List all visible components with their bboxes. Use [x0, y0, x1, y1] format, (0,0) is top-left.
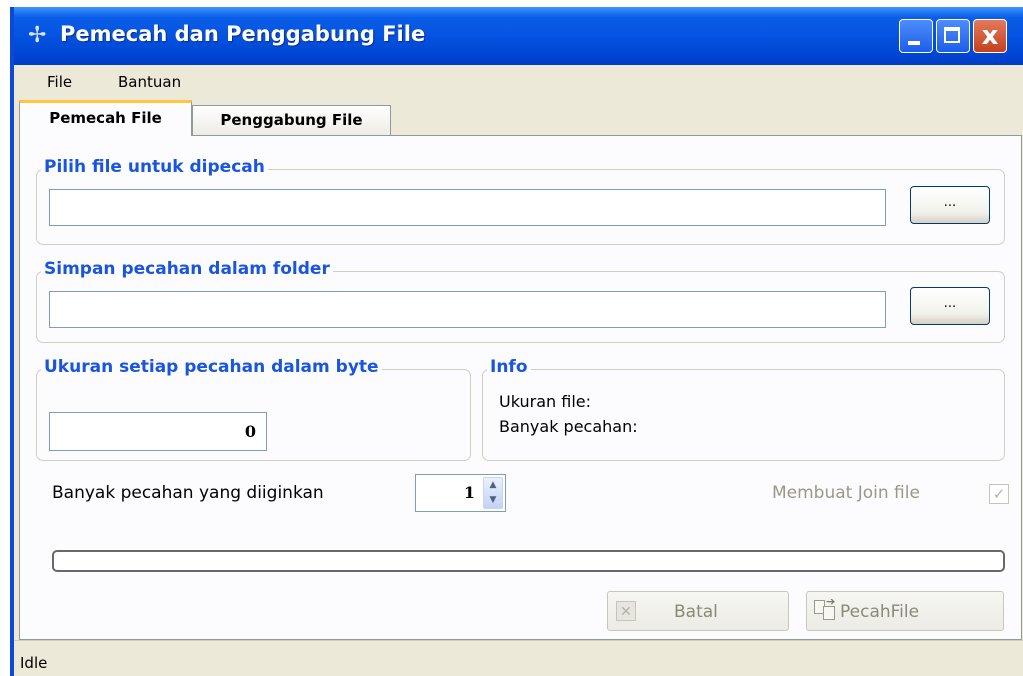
piece-size-group: Ukuran setiap pecahan dalam byte 0 [36, 357, 471, 461]
spin-up-icon[interactable]: ▲ [484, 478, 502, 493]
piece-size-legend: Ukuran setiap pecahan dalam byte [41, 357, 382, 377]
tab-penggabung-file[interactable]: Penggabung File [192, 105, 391, 136]
menu-bantuan[interactable]: Bantuan [118, 73, 181, 91]
close-icon: x [981, 21, 999, 51]
info-group: Info Ukuran file: Banyak pecahan: [482, 357, 1005, 461]
split-file-icon: ➔ [814, 595, 836, 621]
app-icon: ✢ [28, 23, 47, 48]
join-file-label: Membuat Join file [772, 483, 920, 503]
browse-folder-button[interactable]: ... [910, 287, 990, 325]
close-button[interactable]: x [973, 19, 1007, 53]
spin-down-icon[interactable]: ▼ [484, 493, 502, 508]
file-size-label: Ukuran file: [499, 392, 591, 411]
spinner-arrows[interactable]: ▲ ▼ [483, 477, 503, 509]
pieces-value: 1 [463, 483, 475, 502]
output-folder-group: Simpan pecahan dalam folder ... [36, 259, 1005, 343]
source-file-group: Pilih file untuk dipecah ... [36, 157, 1005, 245]
browse-source-button[interactable]: ... [910, 186, 990, 224]
join-file-checkbox[interactable]: ✓ [989, 484, 1009, 504]
window-title: Pemecah dan Penggabung File [60, 22, 426, 46]
maximize-button[interactable] [936, 19, 970, 53]
check-icon: ✓ [992, 485, 1006, 503]
piece-count-label: Banyak pecahan: [499, 417, 638, 436]
output-folder-input[interactable] [49, 291, 886, 328]
source-file-input[interactable] [49, 189, 886, 226]
minimize-button[interactable] [899, 19, 933, 53]
source-file-legend: Pilih file untuk dipecah [41, 157, 268, 177]
info-legend: Info [487, 357, 531, 377]
piece-size-input[interactable]: 0 [49, 412, 267, 451]
status-text: Idle [20, 654, 48, 672]
cancel-button[interactable]: ✕ Batal [607, 591, 789, 631]
cancel-label: Batal [674, 602, 718, 622]
split-file-label: PecahFile [840, 602, 920, 622]
status-bar: Idle [14, 640, 1023, 676]
pieces-spinner[interactable]: 1 ▲ ▼ [415, 474, 506, 512]
cancel-icon: ✕ [616, 601, 636, 621]
title-bar[interactable]: ✢ Pemecah dan Penggabung File x [14, 7, 1023, 66]
pieces-label: Banyak pecahan yang diiginkan [52, 483, 324, 503]
tab-strip: Pemecah File Penggabung File [14, 97, 1023, 136]
tab-pemecah-file[interactable]: Pemecah File [19, 100, 192, 136]
app-window: ✢ Pemecah dan Penggabung File x File Ban… [10, 7, 1023, 676]
progress-bar [52, 550, 1005, 572]
menu-file[interactable]: File [47, 73, 72, 91]
menu-bar: File Bantuan [14, 65, 1023, 97]
output-folder-legend: Simpan pecahan dalam folder [41, 259, 333, 279]
tab-panel-pemecah: Pilih file untuk dipecah ... Simpan peca… [19, 135, 1022, 640]
split-file-button[interactable]: ➔ PecahFile [806, 591, 1004, 631]
